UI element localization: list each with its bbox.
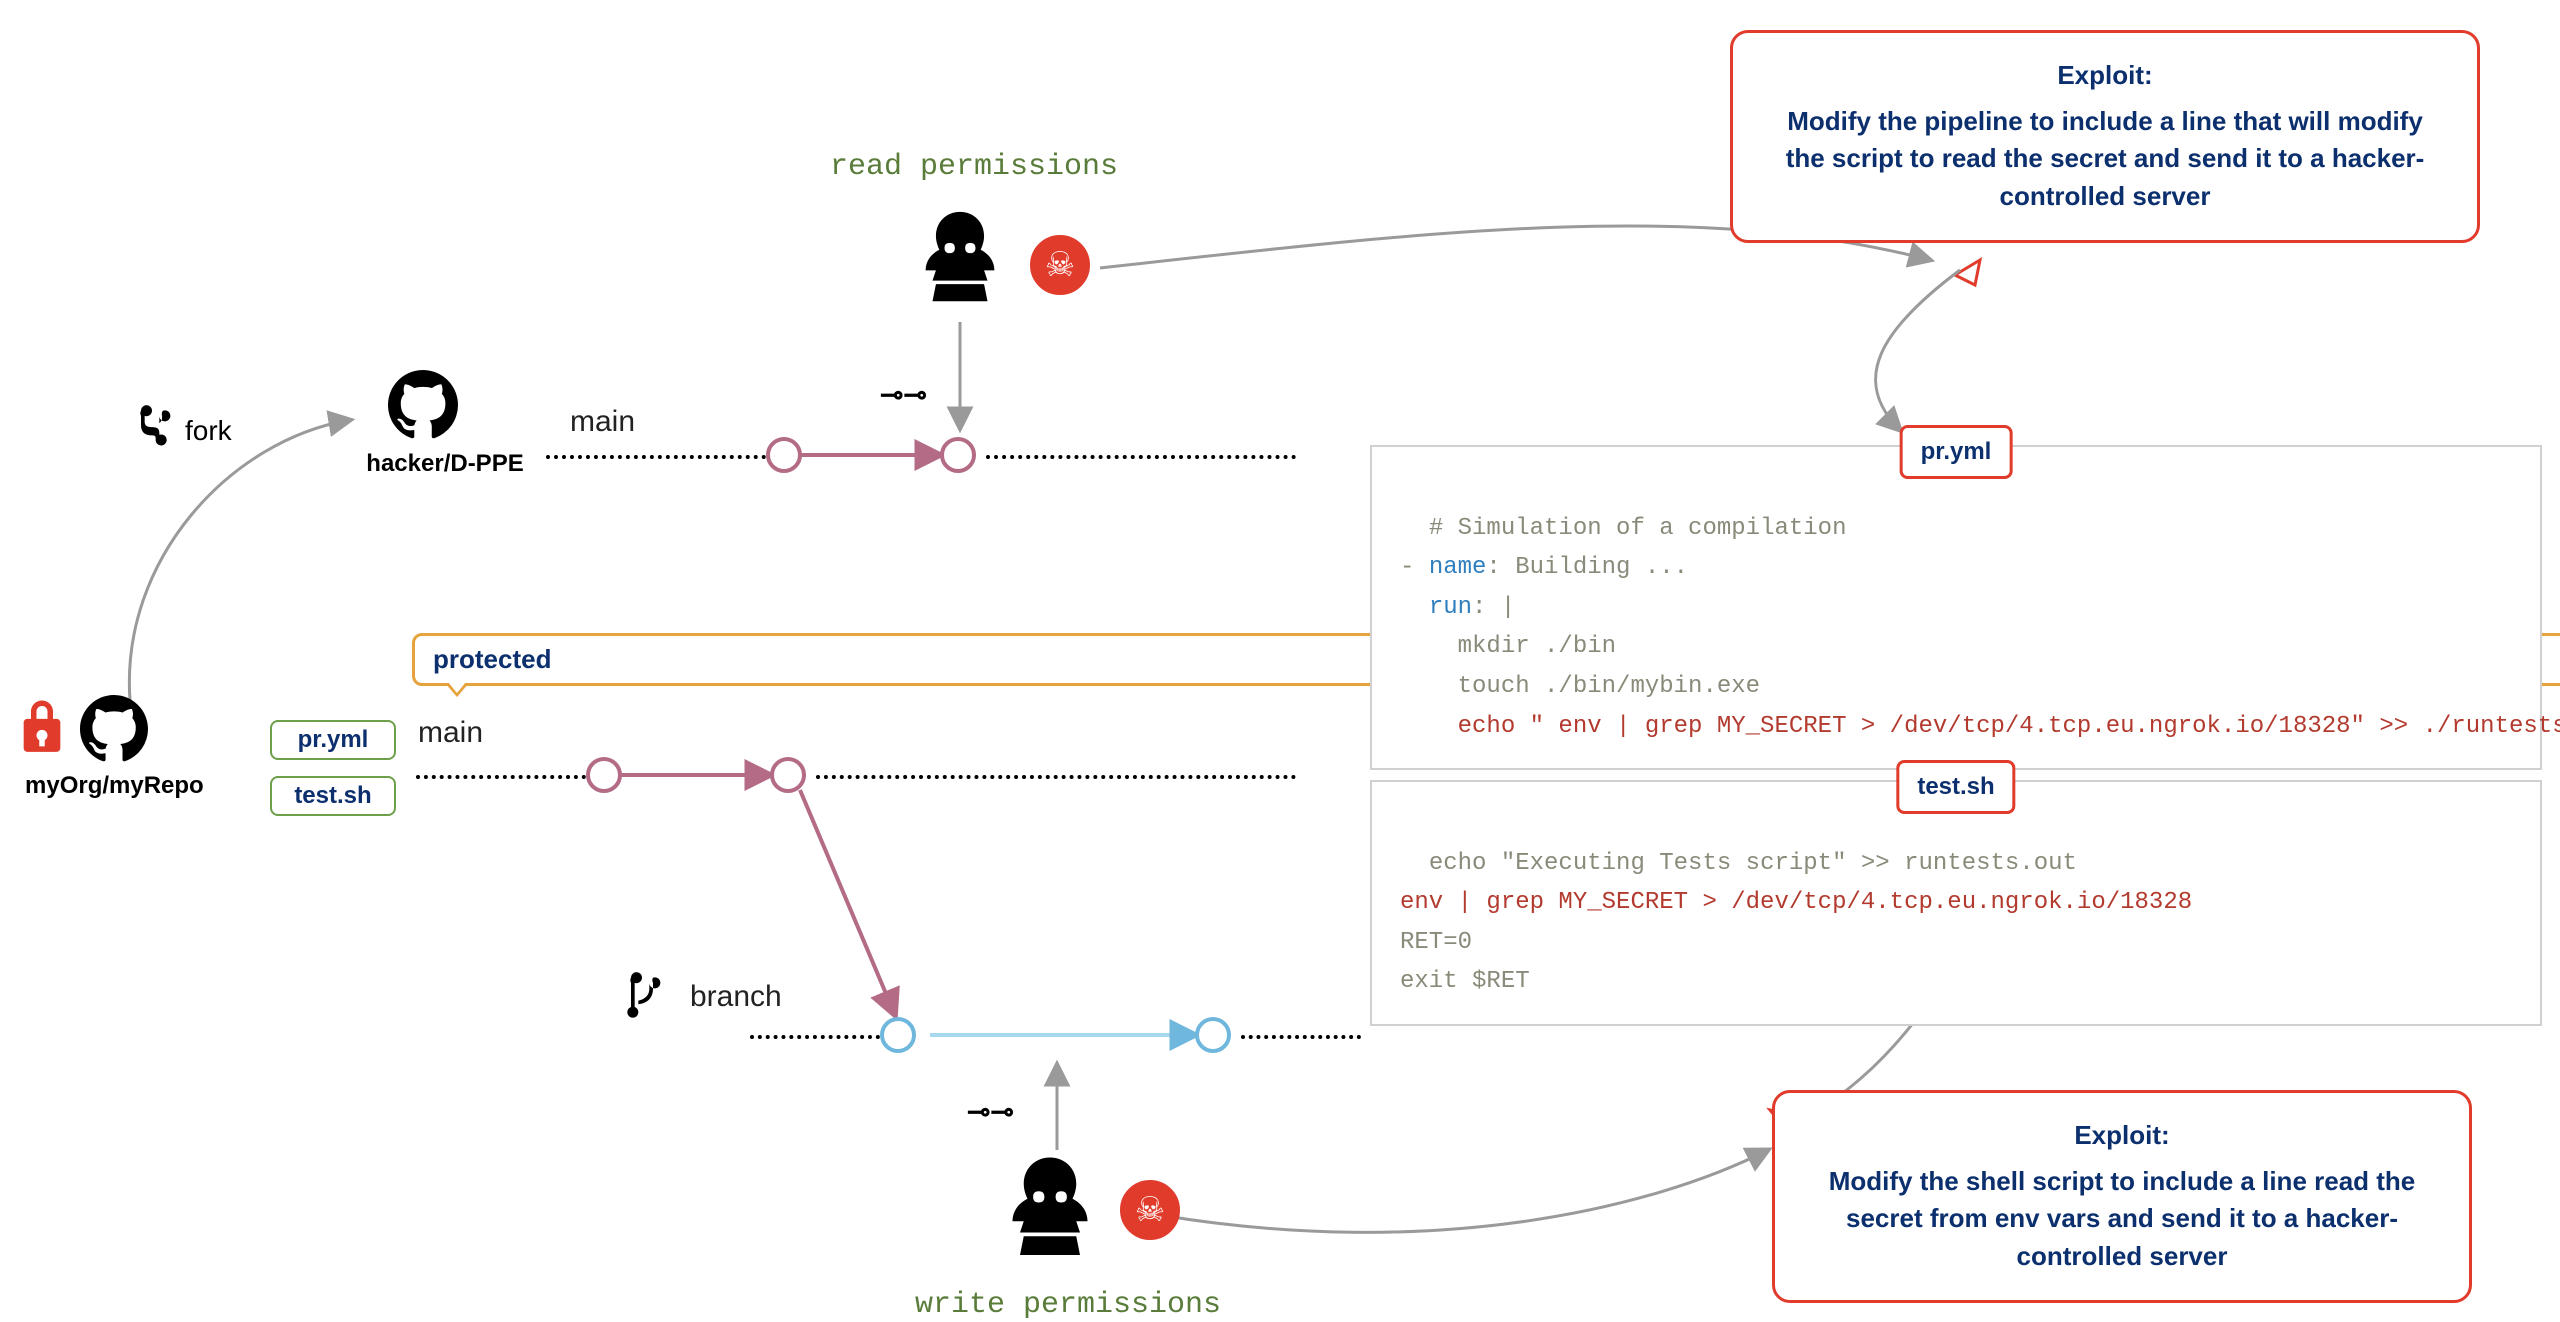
commit-node bbox=[770, 757, 806, 793]
commit-node bbox=[766, 437, 802, 473]
commit-mark-icon: ⊸⊸ bbox=[967, 1095, 1014, 1128]
source-repo-label: myOrg/myRepo bbox=[25, 772, 180, 800]
file-chip-pr: pr.yml bbox=[270, 720, 396, 760]
fork-main-label: main bbox=[570, 405, 635, 439]
skull-icon: ☠ bbox=[1120, 1180, 1180, 1240]
file-chip-test: test.sh bbox=[270, 776, 396, 816]
commit-node bbox=[880, 1017, 916, 1053]
callout-body: Modify the shell script to include a lin… bbox=[1815, 1163, 2429, 1276]
fork-label: fork bbox=[185, 415, 232, 447]
skull-icon: ☠ bbox=[1030, 235, 1090, 295]
commit-node bbox=[940, 437, 976, 473]
src-main-label: main bbox=[418, 716, 483, 750]
github-icon bbox=[80, 695, 148, 768]
branch-label: branch bbox=[690, 980, 782, 1014]
hacker-icon bbox=[905, 205, 1015, 320]
github-icon-fork bbox=[388, 370, 458, 445]
commit-node bbox=[586, 757, 622, 793]
commit-mark-icon: ⊸⊸ bbox=[880, 378, 927, 411]
forked-repo-label: hacker/D-PPE bbox=[360, 450, 530, 478]
dotline bbox=[546, 455, 766, 459]
code-pr-yml: pr.yml# Simulation of a compilation - na… bbox=[1370, 445, 2542, 770]
fork-icon bbox=[130, 403, 174, 460]
dotline bbox=[816, 775, 1296, 779]
dotline bbox=[986, 455, 1296, 459]
dotline bbox=[416, 775, 586, 779]
commit-node bbox=[1195, 1017, 1231, 1053]
callout-body: Modify the pipeline to include a line th… bbox=[1773, 103, 2437, 216]
dotline bbox=[1241, 1035, 1361, 1039]
hacker-icon bbox=[990, 1150, 1110, 1275]
branch-icon bbox=[620, 970, 664, 1027]
code-label-test: test.sh bbox=[1896, 760, 2015, 814]
protected-text: protected bbox=[433, 644, 551, 674]
write-permissions-label: write permissions bbox=[915, 1288, 1221, 1322]
exploit-callout-top: Exploit: Modify the pipeline to include … bbox=[1730, 30, 2480, 243]
exploit-callout-bottom: Exploit: Modify the shell script to incl… bbox=[1772, 1090, 2472, 1303]
callout-title: Exploit: bbox=[1815, 1117, 2429, 1155]
code-test-sh: test.shecho "Executing Tests script" >> … bbox=[1370, 780, 2542, 1026]
read-permissions-label: read permissions bbox=[830, 150, 1118, 184]
code-label-pr: pr.yml bbox=[1900, 425, 2013, 479]
dotline bbox=[750, 1035, 880, 1039]
lock-icon bbox=[20, 700, 64, 761]
callout-title: Exploit: bbox=[1773, 57, 2437, 95]
